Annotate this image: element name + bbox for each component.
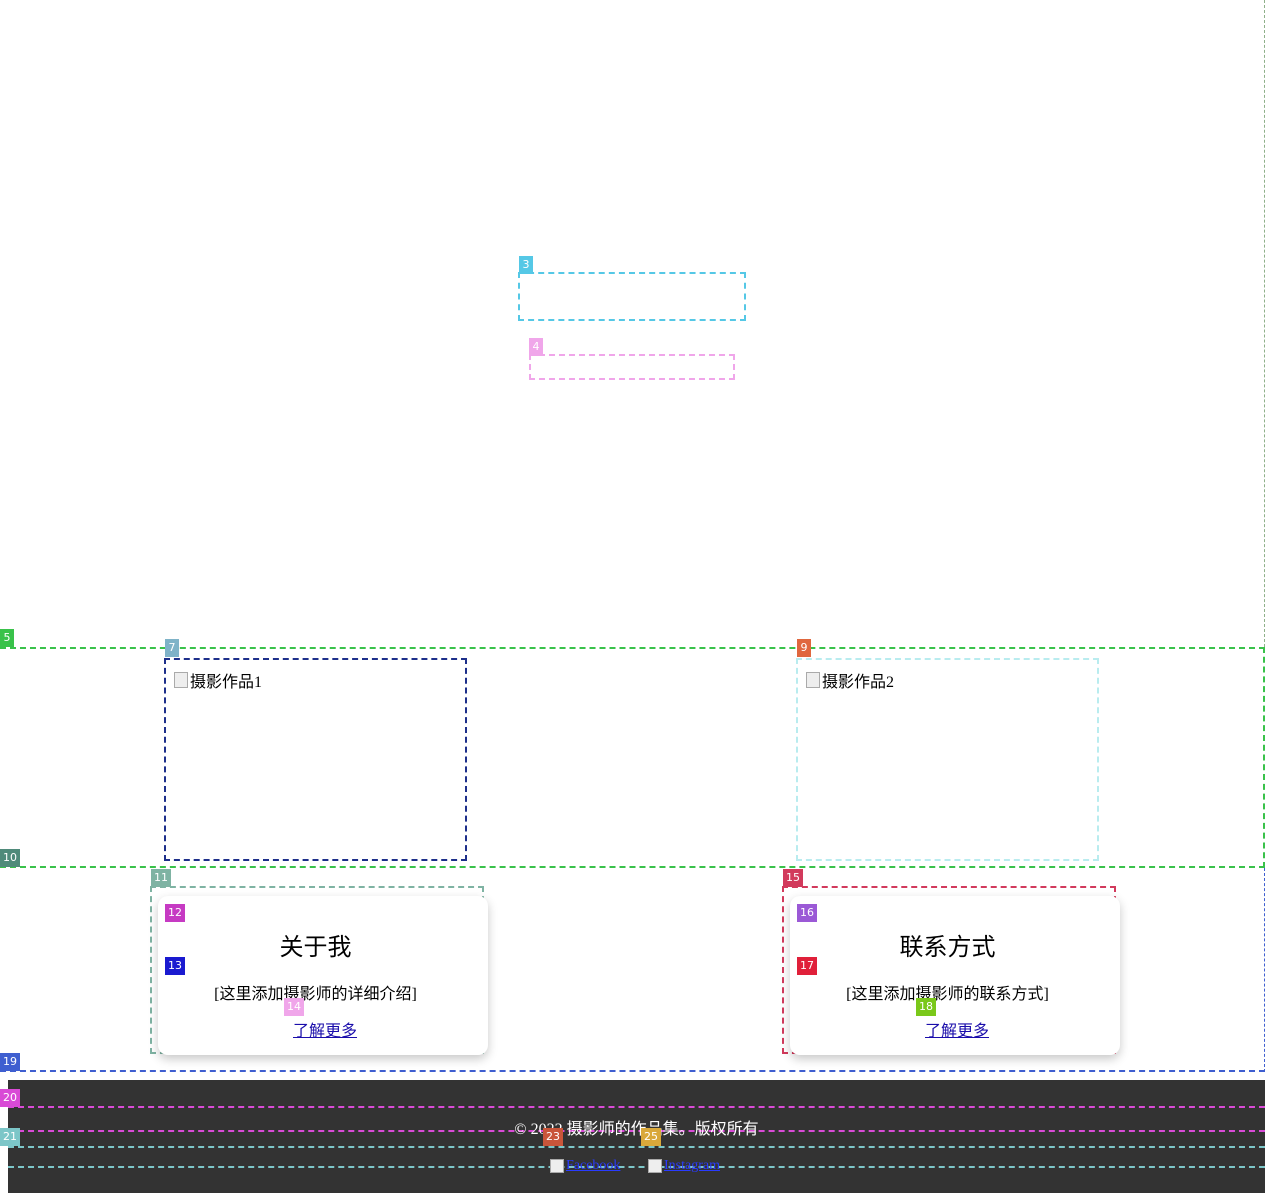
tag-label: 12 (165, 904, 185, 922)
tag-label: 13 (165, 957, 185, 975)
tag-label: 4 (529, 338, 543, 356)
tag-label: 23 (543, 1128, 563, 1146)
tag-label: 20 (0, 1089, 20, 1107)
tag-label: 9 (797, 639, 811, 657)
gallery-image-alt: 摄影作品1 (190, 674, 263, 691)
tag-label: 21 (0, 1128, 20, 1146)
contact-learn-more-link[interactable]: 了解更多 (925, 1016, 989, 1048)
tag-label: 7 (165, 639, 179, 657)
contact-card: 联系方式 [这里添加摄影师的联系方式] 了解更多 (790, 896, 1120, 1055)
contact-title: 联系方式 (899, 935, 996, 961)
tag-label: 11 (151, 869, 171, 887)
gallery-image: 摄影作品2 (806, 668, 894, 692)
about-title: 关于我 (279, 935, 352, 961)
about-card: 关于我 [这里添加摄影师的详细介绍] 了解更多 (158, 896, 488, 1055)
tag-label: 17 (797, 957, 817, 975)
about-text: [这里添加摄影师的详细介绍] (214, 986, 417, 1003)
broken-image-icon (174, 672, 188, 688)
broken-image-icon (806, 672, 820, 688)
info-section: 关于我 [这里添加摄影师的详细介绍] 了解更多 联系方式 [这里添加摄影师的联系… (0, 868, 1265, 1072)
social-links: Facebook Instagram (8, 1146, 1265, 1173)
tag-label: 5 (0, 629, 14, 647)
footer-copyright: © 2022 摄影师的作品集。版权所有 (8, 1106, 1265, 1138)
tag-label: 3 (519, 256, 533, 274)
contact-text: [这里添加摄影师的联系方式] (846, 986, 1049, 1003)
tag-label: 16 (797, 904, 817, 922)
tag-label: 14 (284, 998, 304, 1016)
gallery-image: 摄影作品1 (174, 668, 262, 692)
tag-label: 19 (0, 1053, 20, 1071)
footer: © 2022 摄影师的作品集。版权所有 Facebook Instagram (8, 1080, 1265, 1193)
hero-section (0, 0, 1265, 647)
gallery-image-alt: 摄影作品2 (822, 674, 895, 691)
tag-label: 25 (641, 1128, 661, 1146)
facebook-link[interactable]: Facebook (550, 1156, 620, 1176)
gallery-item[interactable]: 摄影作品1 (164, 658, 467, 861)
tag-label: 10 (0, 849, 20, 867)
tag-label: 18 (916, 998, 936, 1016)
facebook-alt: Facebook (566, 1158, 621, 1173)
hero-subtitle (529, 354, 735, 380)
gallery-section: 摄影作品1 摄影作品2 (0, 647, 1265, 868)
tag-label: 15 (783, 869, 803, 887)
instagram-link[interactable]: Instagram (648, 1156, 720, 1176)
facebook-icon (550, 1159, 564, 1173)
instagram-alt: Instagram (664, 1158, 720, 1173)
gallery-item[interactable]: 摄影作品2 (796, 658, 1099, 861)
hero-title (518, 272, 746, 321)
instagram-icon (648, 1159, 662, 1173)
about-learn-more-link[interactable]: 了解更多 (293, 1016, 357, 1048)
